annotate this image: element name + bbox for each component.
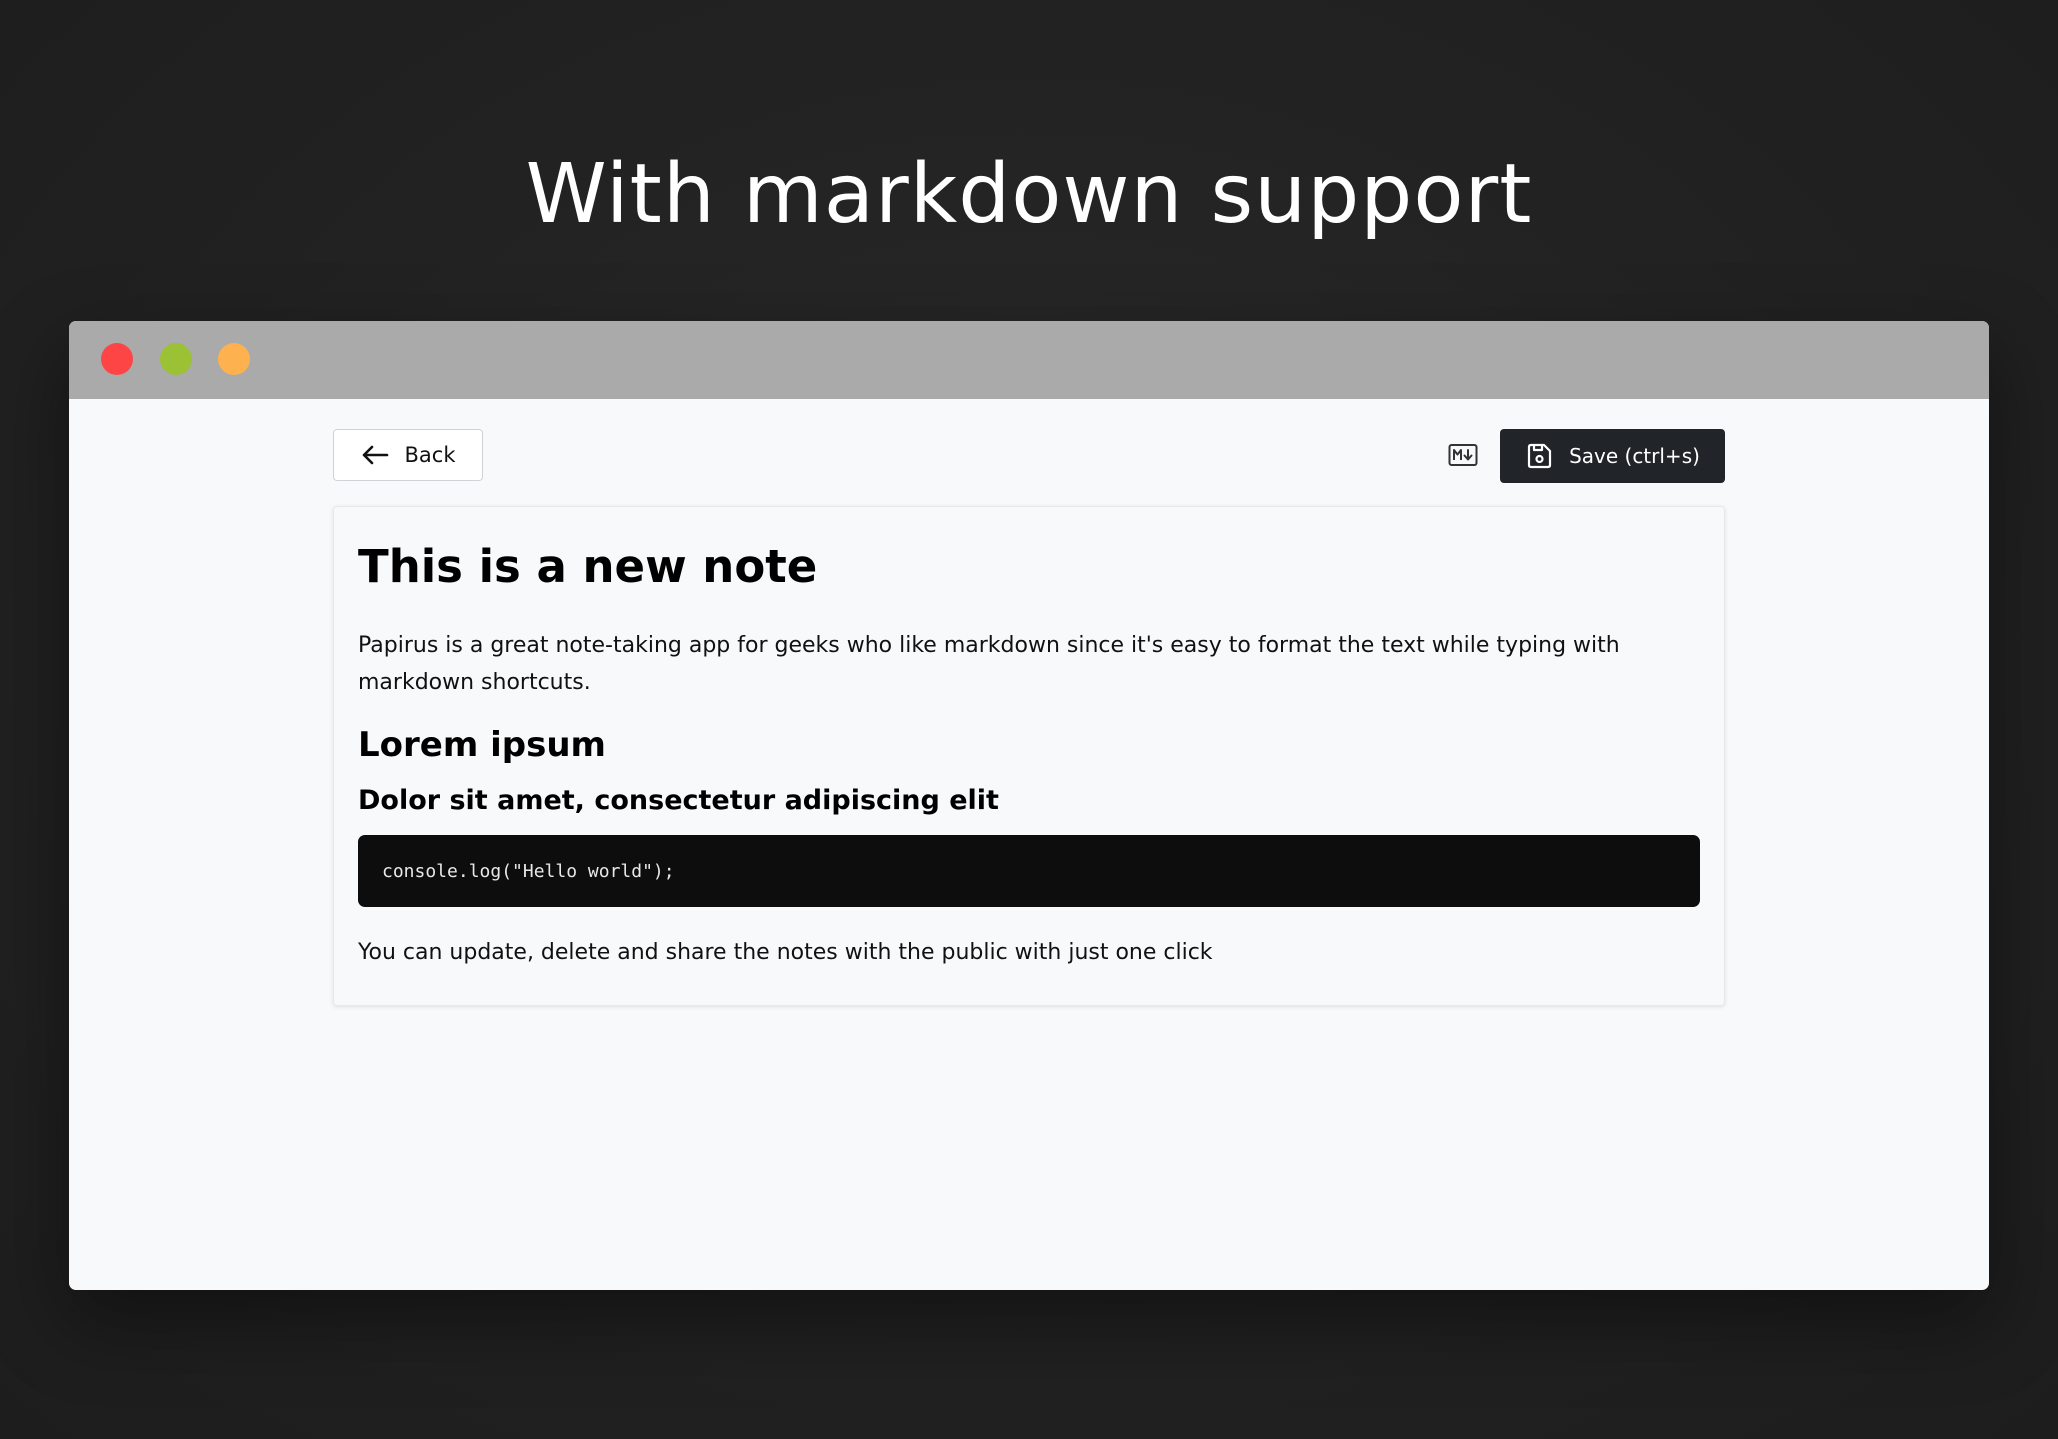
note-editor[interactable]: This is a new note Papirus is a great no… [333, 506, 1725, 1006]
zoom-window-button[interactable] [218, 343, 250, 375]
back-button[interactable]: Back [333, 429, 483, 481]
note-paragraph: Papirus is a great note-taking app for g… [358, 633, 1620, 695]
arrow-left-icon [361, 444, 389, 466]
back-button-label: Back [404, 443, 456, 467]
note-title: This is a new note [358, 540, 818, 593]
floppy-disk-icon [1525, 442, 1553, 470]
window-titlebar [69, 321, 1989, 399]
markdown-icon [1448, 443, 1478, 467]
page-headline: With markdown support [525, 147, 1533, 242]
editor-area: Back Save (ctrl+s) This is a new note Pa… [69, 399, 1989, 1290]
save-button[interactable]: Save (ctrl+s) [1500, 429, 1725, 483]
note-closing-paragraph: You can update, delete and share the not… [358, 940, 1213, 965]
note-heading-2: Lorem ipsum [358, 725, 606, 765]
app-window: Back Save (ctrl+s) This is a new note Pa… [69, 321, 1989, 1290]
code-content: console.log("Hello world"); [382, 860, 675, 882]
save-button-label: Save (ctrl+s) [1569, 444, 1700, 468]
code-block: console.log("Hello world"); [358, 835, 1700, 907]
close-window-button[interactable] [101, 343, 133, 375]
minimize-window-button[interactable] [160, 343, 192, 375]
markdown-toggle-button[interactable] [1440, 433, 1486, 477]
note-heading-3: Dolor sit amet, consectetur adipiscing e… [358, 785, 999, 816]
